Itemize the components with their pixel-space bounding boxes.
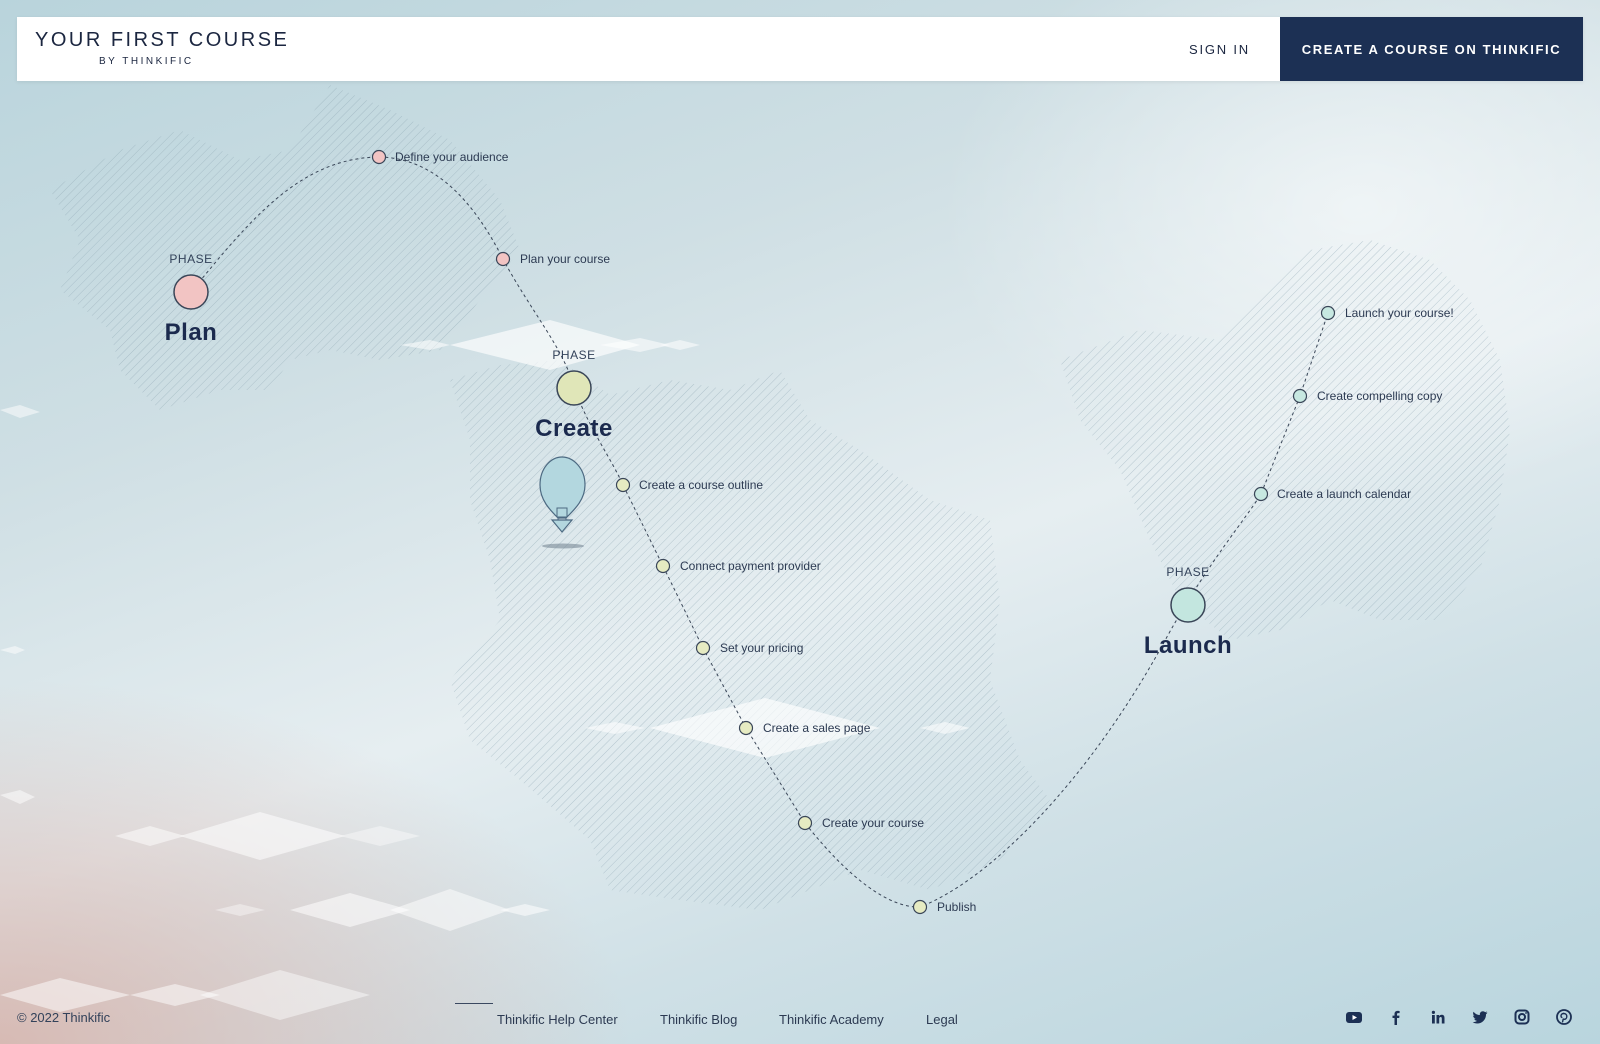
phase-create-name[interactable]: Create [494,415,654,443]
step-course-outline[interactable]: Create a course outline [639,478,763,492]
footer-divider [455,1003,493,1004]
instagram-icon[interactable] [1513,1008,1531,1026]
sign-in-link[interactable]: SIGN IN [1189,42,1250,57]
phase-marker-launch [1170,587,1206,623]
footer-link-academy[interactable]: Thinkific Academy [779,1012,884,1027]
linkedin-icon[interactable] [1429,1008,1447,1026]
step-sales-page[interactable]: Create a sales page [763,721,870,735]
step-compelling-copy[interactable]: Create compelling copy [1317,389,1442,403]
step-marker-compelling-copy [1292,388,1308,404]
step-marker-course-outline [615,477,631,493]
copyright-text: © 2022 Thinkific [17,1010,111,1025]
footer-link-blog[interactable]: Thinkific Blog [660,1012,737,1027]
step-create-course[interactable]: Create your course [822,816,924,830]
step-pricing[interactable]: Set your pricing [720,641,803,655]
phase-plan-tag: PHASE [169,252,213,266]
step-plan-course[interactable]: Plan your course [520,252,610,266]
footer-link-help-center[interactable]: Thinkific Help Center [497,1012,618,1027]
twitter-icon[interactable] [1471,1008,1489,1026]
site-logo-subtitle: BY THINKIFIC [99,56,194,67]
phase-plan-name[interactable]: Plan [111,319,271,347]
site-header: YOUR FIRST COURSE BY THINKIFIC SIGN IN C… [17,17,1583,81]
youtube-icon[interactable] [1345,1008,1363,1026]
phase-launch-name[interactable]: Launch [1108,632,1268,660]
step-marker-payment-provider [655,558,671,574]
launch-terrain [1060,240,1510,640]
step-define-audience[interactable]: Define your audience [395,150,508,164]
step-marker-sales-page [738,720,754,736]
step-marker-define-audience [371,149,387,165]
step-marker-create-course [797,815,813,831]
footer-link-legal[interactable]: Legal [926,1012,958,1027]
phase-launch-tag: PHASE [1166,565,1210,579]
facebook-icon[interactable] [1387,1008,1405,1026]
pinterest-icon[interactable] [1555,1008,1573,1026]
step-marker-launch-calendar [1253,486,1269,502]
step-launch-course[interactable]: Launch your course! [1345,306,1454,320]
phase-marker-create [556,370,592,406]
plan-terrain [50,85,520,410]
step-marker-pricing [695,640,711,656]
step-marker-launch-course [1320,305,1336,321]
site-logo-title[interactable]: YOUR FIRST COURSE [35,29,289,52]
step-publish[interactable]: Publish [937,900,976,914]
phase-marker-plan [173,274,209,310]
step-marker-plan-course [495,251,511,267]
create-course-button[interactable]: CREATE A COURSE ON THINKIFIC [1280,17,1583,81]
course-journey-map [0,85,1510,1020]
step-marker-publish [912,899,928,915]
step-payment-provider[interactable]: Connect payment provider [680,559,821,573]
phase-create-tag: PHASE [552,348,596,362]
step-launch-calendar[interactable]: Create a launch calendar [1277,487,1411,501]
